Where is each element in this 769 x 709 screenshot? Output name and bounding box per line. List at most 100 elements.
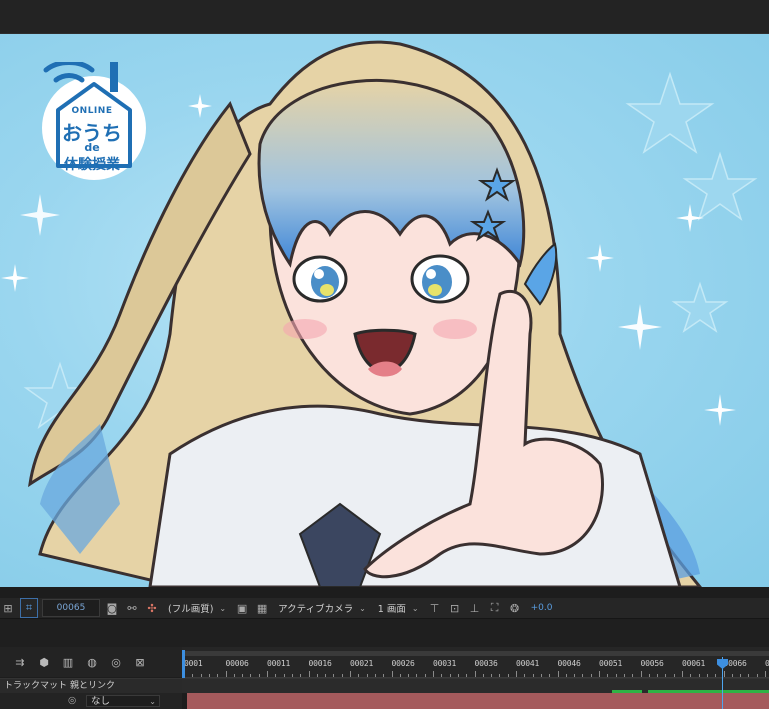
ruler-tick-mark bbox=[374, 674, 376, 677]
ruler-tick-label: 00021 bbox=[350, 659, 374, 668]
current-time-field[interactable]: 00065 bbox=[42, 599, 100, 617]
ruler-tick-label: 00061 bbox=[682, 659, 706, 668]
ruler-tick-mark bbox=[283, 674, 285, 677]
ruler-tick-mark bbox=[366, 674, 368, 677]
transparency-grid-icon[interactable]: ▦ bbox=[254, 599, 270, 617]
ruler-tick-mark bbox=[399, 674, 401, 677]
ruler-tick-mark bbox=[424, 674, 426, 677]
resolution-value: (フル画質) bbox=[168, 604, 214, 615]
ruler-tick-mark bbox=[482, 674, 484, 677]
grid-toggle-icon[interactable]: ⊞ bbox=[0, 599, 16, 617]
views-dropdown[interactable]: 1 画面 ⌄ bbox=[374, 600, 423, 616]
ruler-tick-mark bbox=[590, 674, 592, 677]
timeline-link-icon[interactable]: ⛶ bbox=[487, 599, 503, 617]
ruler-tick-mark bbox=[308, 671, 310, 677]
ruler-tick-mark bbox=[333, 674, 335, 677]
reset-exposure-icon[interactable]: ❂ bbox=[507, 599, 523, 617]
ruler-tick-mark bbox=[225, 671, 227, 677]
frame-blending-icon[interactable]: ▥ bbox=[60, 654, 76, 670]
ruler-tick-mark bbox=[267, 671, 268, 677]
ruler-tick-mark bbox=[698, 674, 700, 677]
ruler-tick-mark bbox=[557, 671, 559, 677]
motion-blur-icon[interactable]: ◍ bbox=[84, 654, 100, 670]
ruler-tick-mark bbox=[358, 674, 360, 677]
ruler-tick-mark bbox=[316, 674, 318, 677]
ruler-tick-mark bbox=[433, 671, 434, 677]
ruler-tick-mark bbox=[516, 671, 517, 677]
ruler-tick-mark bbox=[457, 674, 459, 677]
ruler-tick-mark bbox=[706, 674, 708, 677]
ruler-tick-mark bbox=[217, 674, 219, 677]
ruler-tick-mark bbox=[449, 674, 451, 677]
ruler-tick-mark bbox=[275, 674, 277, 677]
ruler-tick-mark bbox=[549, 674, 551, 677]
ruler-tick-mark bbox=[250, 674, 252, 677]
ruler-tick-mark bbox=[756, 674, 758, 677]
ruler-tick-mark bbox=[574, 674, 576, 677]
fast-previews-icon[interactable]: ▣ bbox=[234, 599, 250, 617]
work-area-bar[interactable] bbox=[182, 651, 769, 656]
graph-editor-icon[interactable]: ◎ bbox=[108, 654, 124, 670]
layer-duration-bar[interactable] bbox=[187, 693, 769, 709]
ruler-tick-mark bbox=[466, 674, 468, 677]
camera-value: アクティブカメラ bbox=[278, 604, 354, 615]
ruler-tick-mark bbox=[441, 674, 443, 677]
ruler-tick-mark bbox=[192, 674, 194, 677]
shy-layers-icon[interactable]: ⇉ bbox=[12, 654, 28, 670]
ruler-tick-label: 00006 bbox=[225, 659, 249, 668]
ruler-tick-label: 00026 bbox=[391, 659, 415, 668]
views-value: 1 画面 bbox=[377, 604, 406, 615]
ruler-tick-label: 00056 bbox=[640, 659, 664, 668]
snapshot-icon[interactable]: ◙ bbox=[104, 599, 120, 617]
ruler-tick-label: 00036 bbox=[474, 659, 498, 668]
color-channels-icon[interactable]: ✣ bbox=[144, 599, 160, 617]
pickwhip-icon[interactable]: ◎ bbox=[68, 695, 76, 706]
logo-subtitle: 体験授業 bbox=[64, 157, 120, 173]
ruler-tick-mark bbox=[723, 671, 725, 677]
ruler-tick-mark bbox=[648, 674, 650, 677]
top-panel-bar bbox=[0, 0, 769, 34]
time-ruler[interactable]: 0001 00006 00011 00016 00021 00026 00031 00036 0… bbox=[182, 647, 769, 678]
track-matte-column: トラックマット bbox=[4, 681, 68, 691]
ruler-tick-mark bbox=[740, 674, 742, 677]
ruler-tick-label: 00011 bbox=[267, 659, 291, 668]
layer-columns-header: トラックマット 親とリンク bbox=[0, 678, 182, 693]
draft-3d-icon[interactable]: ⬢ bbox=[36, 654, 52, 670]
toggle-pixel-aspect-icon[interactable]: ⊤ bbox=[427, 599, 443, 617]
ruler-tick-label: 0001 bbox=[184, 659, 203, 668]
chevron-down-icon: ⌄ bbox=[219, 603, 227, 613]
camera-dropdown[interactable]: アクティブカメラ ⌄ bbox=[274, 600, 370, 616]
ruler-tick-mark bbox=[474, 671, 476, 677]
ruler-tick-mark bbox=[623, 674, 625, 677]
resolution-dropdown[interactable]: (フル画質) ⌄ bbox=[164, 600, 230, 616]
chevron-down-icon: ⌄ bbox=[411, 603, 419, 613]
ruler-tick-mark bbox=[682, 671, 683, 677]
composition-flowchart-icon[interactable]: ⊠ bbox=[132, 654, 148, 670]
show-snapshot-icon[interactable]: ⚯ bbox=[124, 599, 140, 617]
layer-row[interactable]: ◎ なし ⌄ bbox=[0, 693, 182, 709]
ruler-tick-mark bbox=[233, 674, 235, 677]
composition-viewer[interactable]: ONLINE おうち de 体験授業 bbox=[0, 34, 769, 587]
render-region-icon[interactable]: ⊡ bbox=[447, 599, 463, 617]
ruler-tick-mark bbox=[524, 674, 526, 677]
ruler-tick-mark bbox=[491, 674, 493, 677]
ruler-tick-mark bbox=[582, 674, 584, 677]
ruler-tick-mark bbox=[350, 671, 351, 677]
ruler-tick-mark bbox=[748, 674, 750, 677]
logo-online-text: ONLINE bbox=[71, 106, 113, 116]
ruler-tick-mark bbox=[565, 674, 567, 677]
parent-dropdown[interactable]: なし ⌄ bbox=[86, 695, 160, 707]
ruler-tick-mark bbox=[673, 674, 675, 677]
chevron-down-icon: ⌄ bbox=[149, 697, 156, 706]
exposure-value[interactable]: +0.0 bbox=[531, 603, 553, 613]
region-of-interest-icon[interactable]: ⌗ bbox=[20, 598, 38, 618]
ruler-tick-mark bbox=[258, 674, 260, 677]
ruler-tick-mark bbox=[765, 671, 766, 677]
timeline-tab-bar bbox=[0, 618, 769, 647]
ruler-tick-label: 00031 bbox=[433, 659, 457, 668]
ruler-tick-label: 00071 bbox=[765, 659, 769, 668]
ruler-tick-mark bbox=[499, 674, 501, 677]
flowchart-icon[interactable]: ⊥ bbox=[467, 599, 483, 617]
ruler-tick-mark bbox=[731, 674, 733, 677]
ruler-tick-mark bbox=[507, 674, 509, 677]
